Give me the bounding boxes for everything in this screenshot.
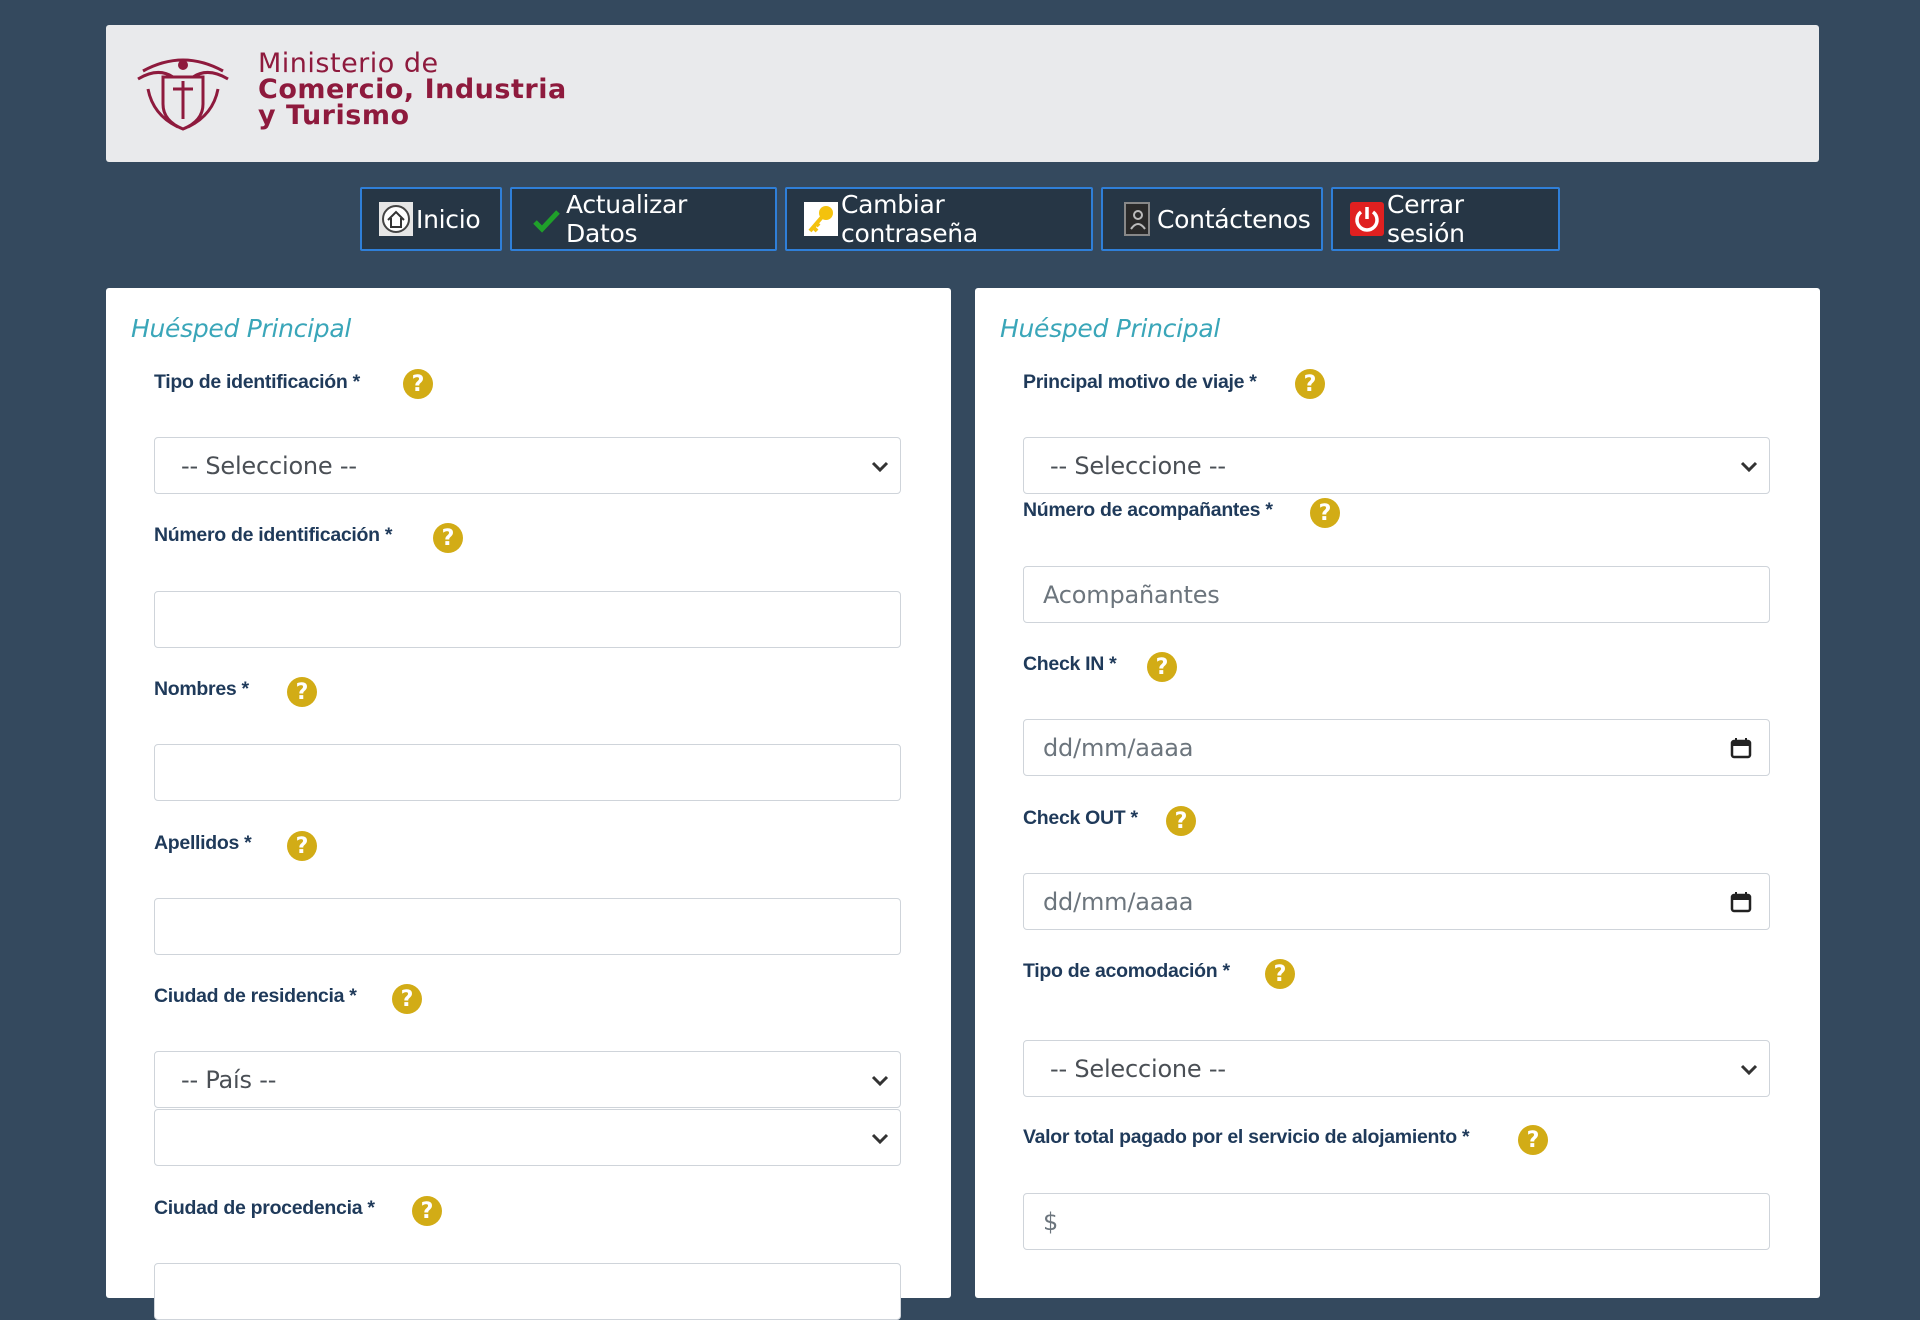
pais-residencia-select[interactable]: -- País -- <box>154 1051 901 1108</box>
coat-of-arms-logo <box>137 58 229 131</box>
check-in-date-input[interactable]: dd/mm/aaaa <box>1023 719 1770 776</box>
panel-title: Huésped Principal <box>131 314 351 343</box>
nav-actualizar-datos-label: Actualizar Datos <box>566 190 687 248</box>
tipo-acomodacion-select[interactable]: -- Seleccione -- <box>1023 1040 1770 1097</box>
input-placeholder: Acompañantes <box>1043 580 1220 609</box>
select-value: -- Seleccione -- <box>1050 451 1226 480</box>
select-value: -- Seleccione -- <box>181 451 357 480</box>
header-banner: Ministerio de Comercio, Industria y Turi… <box>106 25 1819 162</box>
calendar-icon[interactable] <box>1713 891 1769 913</box>
nav-cerrar-sesion-label: Cerrar sesión <box>1387 190 1465 248</box>
help-icon[interactable]: ? <box>1518 1125 1548 1155</box>
key-icon <box>803 201 839 237</box>
home-icon <box>378 201 414 237</box>
apellidos-label: Apellidos * <box>154 832 252 854</box>
motivo-viaje-select[interactable]: -- Seleccione -- <box>1023 437 1770 494</box>
valor-total-label: Valor total pagado por el servicio de al… <box>1023 1126 1470 1148</box>
help-icon[interactable]: ? <box>412 1196 442 1226</box>
help-icon[interactable]: ? <box>1310 498 1340 528</box>
ciudad-procedencia-label: Ciudad de procedencia * <box>154 1197 375 1219</box>
help-icon[interactable]: ? <box>1265 959 1295 989</box>
nav-cambiar-contrasena-button[interactable]: Cambiar contraseña <box>785 187 1093 251</box>
apellidos-input[interactable] <box>154 898 901 955</box>
nombres-label: Nombres * <box>154 678 249 700</box>
ciudad-residencia-select[interactable] <box>154 1109 901 1166</box>
chevron-down-icon <box>1729 1062 1769 1076</box>
ministry-logo-text: Ministerio de Comercio, Industria y Turi… <box>258 50 567 131</box>
nombres-input[interactable] <box>154 744 901 801</box>
main-nav: Inicio Actualizar Datos Cambiar contrase… <box>0 187 1920 251</box>
tipo-acomodacion-label: Tipo de acomodación * <box>1023 960 1230 982</box>
left-form-panel: Huésped Principal Tipo de identificación… <box>106 288 951 1320</box>
checkmark-icon <box>528 201 564 237</box>
help-icon[interactable]: ? <box>287 677 317 707</box>
chevron-down-icon <box>860 459 900 473</box>
numero-identificacion-input[interactable] <box>154 591 901 648</box>
help-icon[interactable]: ? <box>403 369 433 399</box>
input-placeholder: $ <box>1043 1207 1059 1236</box>
power-icon <box>1349 201 1385 237</box>
help-icon[interactable]: ? <box>1166 806 1196 836</box>
check-in-label: Check IN * <box>1023 653 1117 675</box>
numero-identificacion-label: Número de identificación * <box>154 524 393 546</box>
nav-contactenos-button[interactable]: Contáctenos <box>1101 187 1323 251</box>
panel-title: Huésped Principal <box>1000 314 1220 343</box>
tipo-identificacion-select[interactable]: -- Seleccione -- <box>154 437 901 494</box>
check-out-date-input[interactable]: dd/mm/aaaa <box>1023 873 1770 930</box>
nav-contactenos-label: Contáctenos <box>1157 204 1311 234</box>
nav-actualizar-datos-button[interactable]: Actualizar Datos <box>510 187 777 251</box>
nav-cambiar-contrasena-label: Cambiar contraseña <box>841 190 978 248</box>
check-out-label: Check OUT * <box>1023 807 1138 829</box>
help-icon[interactable]: ? <box>1147 652 1177 682</box>
ciudad-residencia-label: Ciudad de residencia * <box>154 985 357 1007</box>
tipo-identificacion-label: Tipo de identificación * <box>154 371 360 393</box>
nav-inicio-button[interactable]: Inicio <box>360 187 502 251</box>
logo-line-3: y Turismo <box>258 100 410 131</box>
address-book-icon <box>1119 201 1155 237</box>
help-icon[interactable]: ? <box>287 831 317 861</box>
nav-inicio-label: Inicio <box>416 204 481 234</box>
select-value: -- País -- <box>181 1065 277 1094</box>
select-value: -- Seleccione -- <box>1050 1054 1226 1083</box>
chevron-down-icon <box>860 1131 900 1145</box>
numero-acompanantes-label: Número de acompañantes * <box>1023 499 1273 521</box>
help-icon[interactable]: ? <box>1295 369 1325 399</box>
chevron-down-icon <box>1729 459 1769 473</box>
acompanantes-input[interactable]: Acompañantes <box>1023 566 1770 623</box>
calendar-icon[interactable] <box>1713 737 1769 759</box>
right-form-panel: Huésped Principal Principal motivo de vi… <box>975 288 1820 1298</box>
nav-cerrar-sesion-button[interactable]: Cerrar sesión <box>1331 187 1560 251</box>
motivo-viaje-label: Principal motivo de viaje * <box>1023 371 1257 393</box>
input-placeholder: dd/mm/aaaa <box>1043 887 1194 916</box>
help-icon[interactable]: ? <box>392 984 422 1014</box>
help-icon[interactable]: ? <box>433 523 463 553</box>
ciudad-procedencia-select[interactable] <box>154 1263 901 1320</box>
valor-total-input[interactable]: $ <box>1023 1193 1770 1250</box>
input-placeholder: dd/mm/aaaa <box>1043 733 1194 762</box>
chevron-down-icon <box>860 1073 900 1087</box>
